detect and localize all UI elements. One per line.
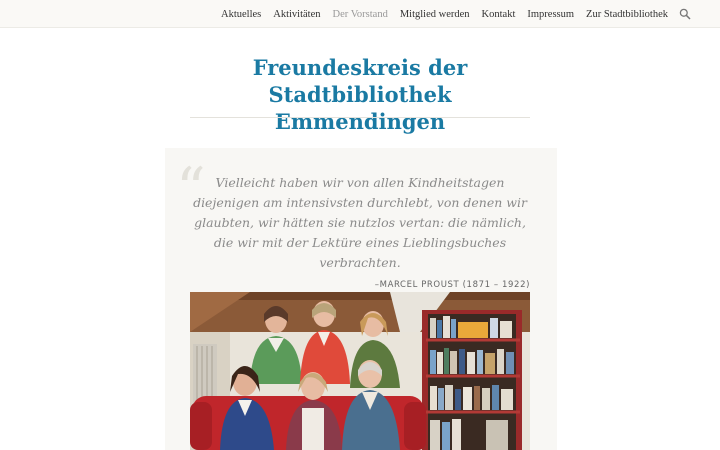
nav-item-kontakt[interactable]: Kontakt bbox=[482, 9, 516, 20]
main-menu: Aktuelles Aktivitäten Der Vorstand Mitgl… bbox=[221, 0, 692, 28]
nav-item-aktivitaeten[interactable]: Aktivitäten bbox=[273, 9, 320, 20]
site-title-line-1: Freundeskreis der Stadtbibliothek bbox=[252, 55, 468, 107]
title-divider bbox=[190, 117, 530, 118]
nav-item-mitglied-werden[interactable]: Mitglied werden bbox=[400, 9, 470, 20]
quote-author: –Marcel Proust (1871 – 1922) bbox=[374, 280, 530, 290]
board-members-photo bbox=[190, 292, 530, 450]
board-members-photo-illustration bbox=[190, 292, 530, 450]
search-icon[interactable] bbox=[679, 8, 691, 20]
top-navigation-bar: Aktuelles Aktivitäten Der Vorstand Mitgl… bbox=[0, 0, 720, 28]
nav-item-aktuelles[interactable]: Aktuelles bbox=[221, 9, 261, 20]
quote-text: Vielleicht haben wir von allen Kindheits… bbox=[193, 175, 527, 270]
nav-item-der-vorstand[interactable]: Der Vorstand bbox=[333, 9, 388, 20]
nav-item-zur-stadtbibliothek[interactable]: Zur Stadtbibliothek bbox=[586, 9, 668, 20]
nav-item-impressum[interactable]: Impressum bbox=[527, 9, 574, 20]
site-title[interactable]: Freundeskreis der Stadtbibliothek Emmend… bbox=[160, 54, 560, 135]
site-title-line-2: Emmendingen bbox=[274, 109, 446, 134]
